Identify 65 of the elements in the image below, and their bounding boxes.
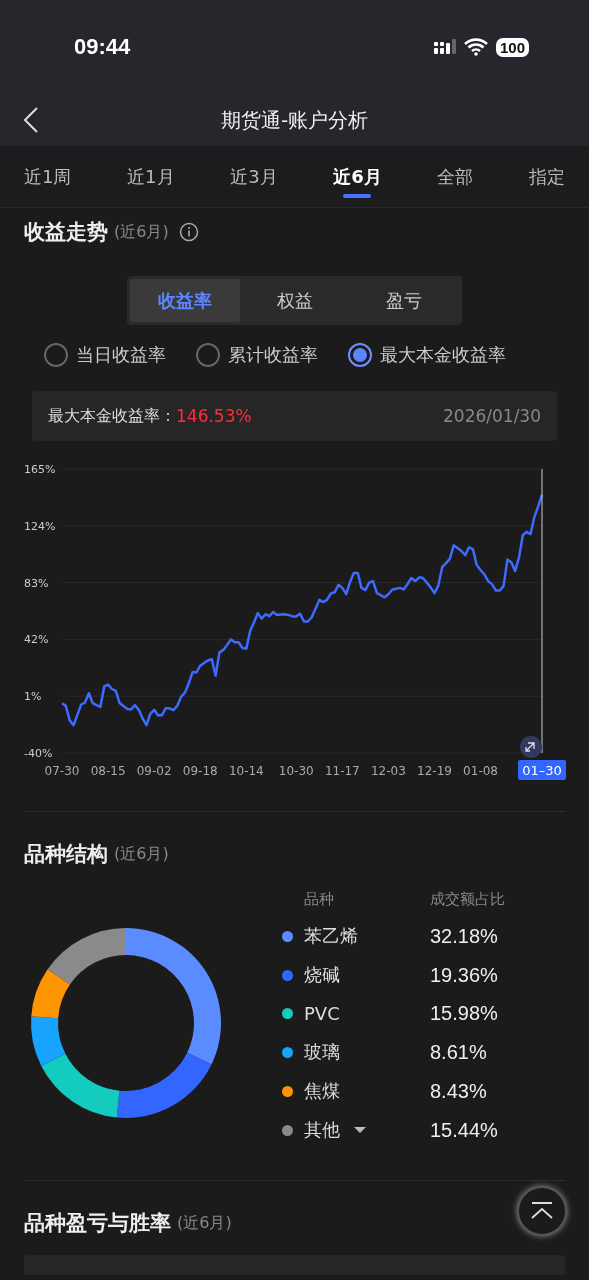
variety-name: 玻璃 bbox=[304, 1040, 340, 1064]
axis-label: 124% bbox=[24, 519, 56, 533]
signal-icon bbox=[433, 39, 456, 55]
variety-share: 15.44% bbox=[430, 1118, 499, 1142]
axis-label: 11-17 bbox=[324, 764, 360, 778]
axis-label: 42% bbox=[24, 633, 49, 647]
axis-label: 83% bbox=[24, 576, 49, 590]
radio-option[interactable]: 累计收益率 bbox=[196, 343, 318, 367]
caret-icon[interactable] bbox=[354, 1126, 366, 1134]
axis-label: 10-14 bbox=[228, 764, 264, 778]
wifi-icon bbox=[463, 38, 488, 56]
period-tab[interactable]: 近6月 bbox=[321, 146, 394, 207]
variety-share: 8.61% bbox=[430, 1040, 488, 1064]
axis-label: 12-19 bbox=[417, 764, 452, 778]
axis-label: 10-30 bbox=[278, 764, 314, 778]
variety-name: 其他 bbox=[304, 1118, 340, 1142]
axis-label: 07-30 bbox=[44, 764, 80, 778]
axis-label: 08-15 bbox=[90, 764, 126, 778]
scroll-top-icon bbox=[529, 1201, 555, 1221]
radio-button[interactable] bbox=[44, 343, 68, 367]
status-time: 09:44 bbox=[74, 34, 131, 60]
column-header: 成交额占比 bbox=[430, 890, 506, 909]
axis-label: 09-02 bbox=[136, 764, 172, 778]
variety-name: 焦煤 bbox=[304, 1079, 340, 1103]
axis-label: 09-18 bbox=[182, 764, 218, 778]
segment-tab[interactable]: 盈亏 bbox=[349, 279, 459, 322]
page-title: 期货通-账户分析 bbox=[220, 106, 369, 134]
axis-label: 12-03 bbox=[370, 764, 406, 778]
variety-share: 19.36% bbox=[430, 963, 499, 987]
radio-option[interactable]: 最大本金收益率 bbox=[348, 343, 506, 367]
axis-label: -40% bbox=[24, 747, 53, 760]
battery-level: 100 bbox=[495, 37, 529, 57]
period-label: (近6月) bbox=[114, 221, 169, 243]
readout-label: 最大本金收益率： bbox=[48, 405, 176, 427]
back-icon[interactable] bbox=[22, 106, 40, 134]
radio-option[interactable]: 当日收益率 bbox=[44, 343, 166, 367]
readout-date: 2026/01/30 bbox=[443, 406, 541, 426]
column-header: 品种 bbox=[304, 890, 335, 909]
period-tab[interactable]: 全部 bbox=[425, 146, 486, 207]
axis-label: 01-08 bbox=[463, 764, 498, 778]
variety-name: 烧碱 bbox=[304, 963, 340, 987]
variety-share: 8.43% bbox=[430, 1079, 488, 1103]
crosshair-date-badge: 01–30 bbox=[518, 760, 566, 780]
variety-share: 32.18% bbox=[430, 924, 499, 948]
period-label: (近6月) bbox=[114, 843, 169, 865]
expand-icon[interactable] bbox=[520, 736, 542, 758]
section-title: 品种盈亏与胜率 bbox=[24, 1210, 171, 1237]
info-icon[interactable] bbox=[178, 222, 199, 242]
period-tab[interactable]: 近1周 bbox=[12, 146, 84, 207]
scroll-top-button[interactable] bbox=[517, 1186, 567, 1236]
radio-button[interactable] bbox=[348, 343, 372, 367]
axis-label: 1% bbox=[24, 690, 42, 704]
segment-tab[interactable]: 权益 bbox=[239, 279, 350, 322]
radio-button[interactable] bbox=[196, 343, 220, 367]
axis-label: 165% bbox=[24, 463, 56, 476]
period-label: (近6月) bbox=[177, 1212, 232, 1234]
variety-name: PVC bbox=[304, 1003, 340, 1024]
readout-value: 146.53% bbox=[176, 406, 252, 426]
period-tab[interactable]: 指定 bbox=[516, 146, 577, 207]
section-title: 收益走势 bbox=[24, 219, 108, 246]
period-tab[interactable]: 近3月 bbox=[218, 146, 290, 207]
section-title: 品种结构 bbox=[24, 841, 108, 868]
variety-share: 15.98% bbox=[430, 1002, 499, 1025]
period-tab[interactable]: 近1月 bbox=[115, 146, 187, 207]
variety-name: 苯乙烯 bbox=[304, 924, 358, 948]
